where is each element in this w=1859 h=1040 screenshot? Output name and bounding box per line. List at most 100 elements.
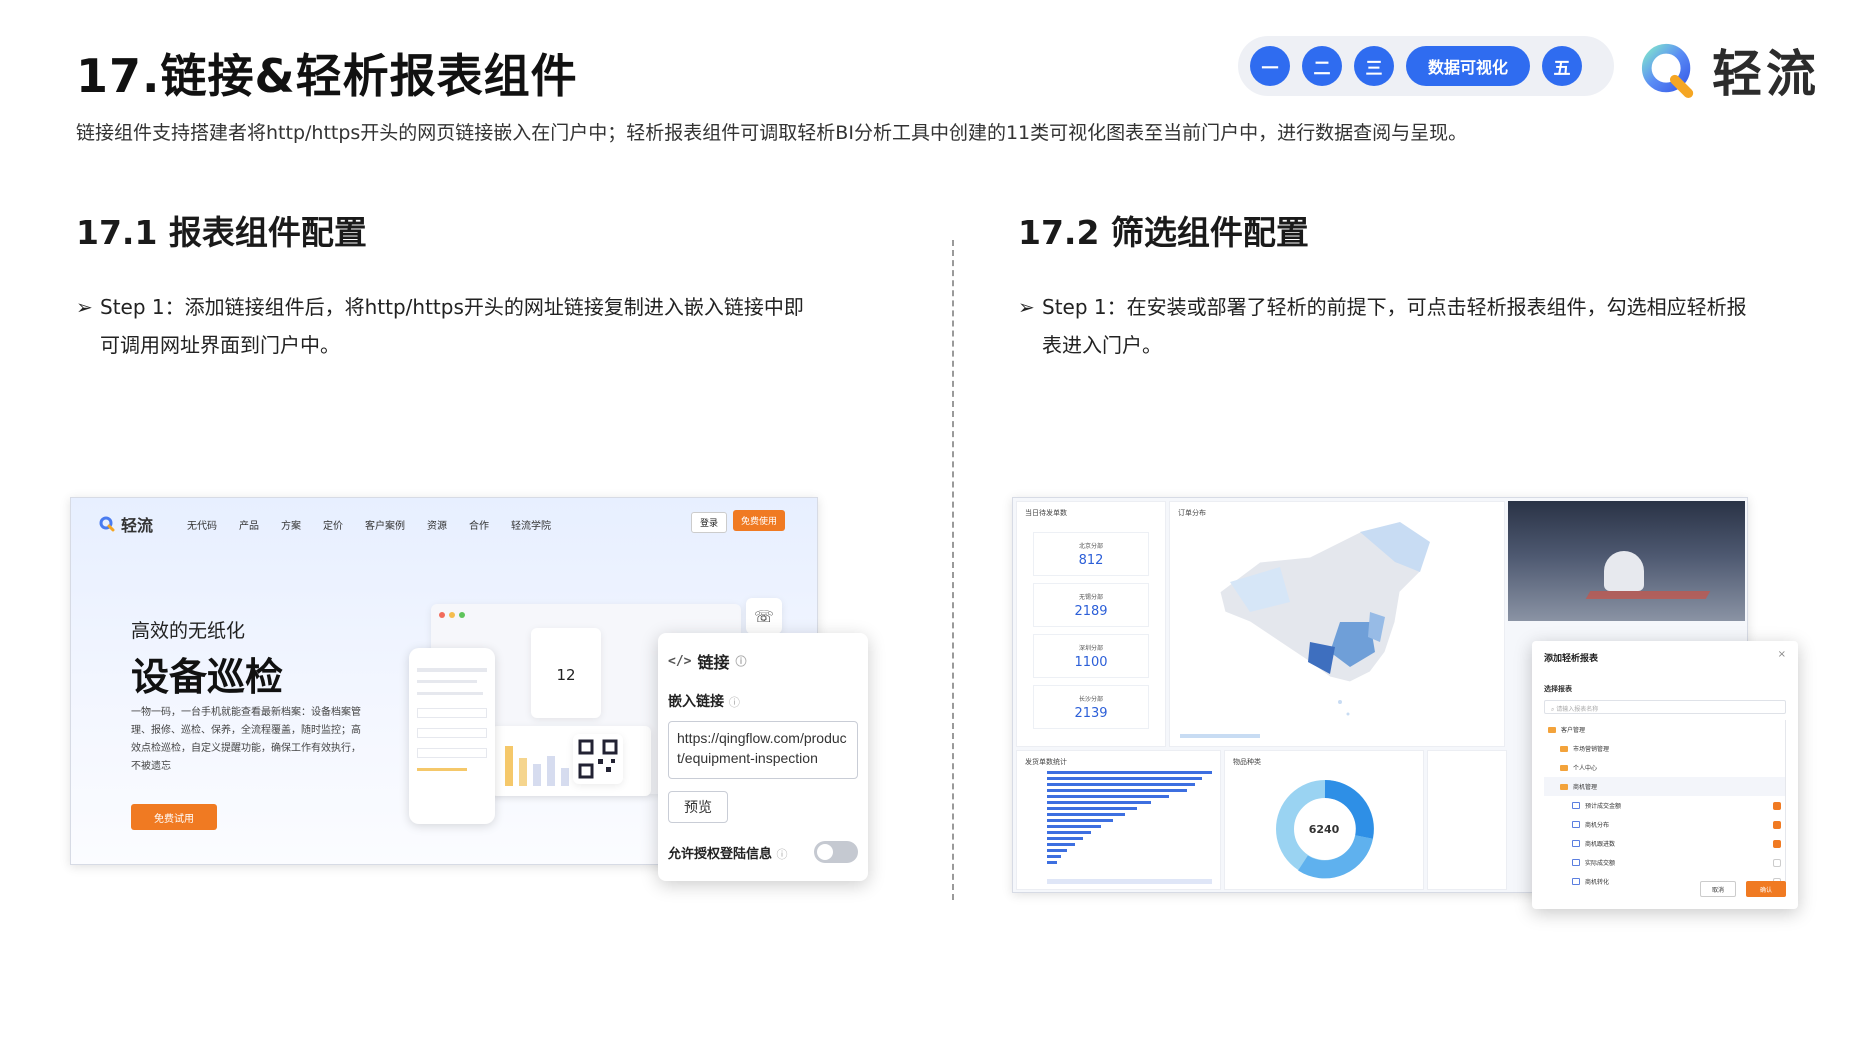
help-icon[interactable]: ⓘ: [736, 653, 747, 669]
site-nav-item[interactable]: 定价: [323, 517, 343, 532]
site-nav-item[interactable]: 轻流学院: [511, 517, 551, 532]
tree-row[interactable]: 客户管理: [1544, 720, 1785, 739]
page-subtitle: 链接组件支持搭建者将http/https开头的网页链接嵌入在门户中；轻析报表组件…: [76, 122, 1468, 144]
window-dots: [439, 612, 465, 618]
cancel-button[interactable]: 取消: [1700, 881, 1736, 897]
arrow-bullet-icon: ➢: [1018, 295, 1035, 319]
confirm-button[interactable]: 确认: [1746, 881, 1786, 897]
qingflow-logo-icon: [99, 516, 115, 532]
report-icon: [1572, 878, 1580, 885]
qr-code-icon: [578, 739, 618, 779]
stat-card: 长沙分部 2139: [1033, 685, 1149, 729]
tree-row[interactable]: 预计成交金额: [1544, 796, 1785, 815]
report-icon: [1572, 840, 1580, 847]
tree-row[interactable]: 商机跟进数: [1544, 834, 1785, 853]
arrow-bullet-icon: ➢: [76, 295, 93, 319]
site-nav-item[interactable]: 无代码: [187, 517, 217, 532]
auth-toggle-row: 允许授权登陆信息 ⓘ: [668, 841, 858, 863]
step-text-left: ➢ Step 1：添加链接组件后，将http/https开头的网址链接复制进入嵌入…: [76, 288, 856, 364]
report-checkbox[interactable]: [1773, 820, 1781, 829]
qr-code-card: [573, 734, 623, 784]
search-placeholder: 请输入报表名称: [1556, 706, 1599, 713]
embed-link-input[interactable]: https://qingflow.com/product/equipment-i…: [668, 721, 858, 779]
report-checkbox[interactable]: [1773, 801, 1781, 810]
site-trial-button[interactable]: 免费使用: [732, 510, 785, 531]
stat-name: 长沙分部: [1078, 696, 1103, 703]
auth-toggle[interactable]: [814, 841, 858, 863]
item-types-donut-panel: 物品种类 6240: [1224, 750, 1424, 890]
nav-item-data-visualization[interactable]: 数据可视化: [1406, 46, 1531, 86]
link-component-panel: </> 链接 ⓘ 嵌入链接 ⓘ https://qingflow.com/pro…: [658, 633, 868, 881]
tree-row[interactable]: 市场营销管理: [1544, 739, 1785, 758]
help-icon[interactable]: ⓘ: [729, 696, 740, 709]
stat-name: 深圳分部: [1078, 645, 1103, 652]
stat-value: 2139: [1074, 706, 1108, 721]
tree-row[interactable]: 商机管理: [1544, 777, 1785, 796]
section-divider: [952, 240, 954, 900]
nav-item-1[interactable]: 一: [1250, 46, 1290, 86]
hero-subtitle: 高效的无纸化: [131, 620, 246, 642]
site-brand[interactable]: 轻流: [99, 512, 153, 536]
stat-name: 北京分部: [1078, 543, 1103, 550]
nav-item-2[interactable]: 二: [1302, 46, 1342, 86]
tree-row[interactable]: 商机分布: [1544, 815, 1785, 834]
site-nav-item[interactable]: 资源: [427, 517, 447, 532]
report-checkbox[interactable]: [1773, 839, 1781, 848]
count-value: 12: [556, 666, 576, 684]
warehouse-photo: [1508, 501, 1745, 621]
donut-center-value: 6240: [1308, 823, 1340, 836]
brand: 轻流: [1640, 34, 1820, 106]
report-search-input[interactable]: ⌕ 请输入报表名称: [1544, 700, 1786, 714]
site-nav-item[interactable]: 方案: [281, 517, 301, 532]
folder-icon: [1560, 745, 1568, 752]
nav-item-5[interactable]: 五: [1542, 46, 1583, 86]
folder-icon: [1548, 726, 1556, 733]
close-icon[interactable]: ×: [1778, 649, 1786, 660]
stats-panel-title: 当日待发单数: [1025, 509, 1067, 517]
shipments-bar-panel: 发货单数统计: [1016, 750, 1221, 890]
step-line-1: Step 1：在安装或部署了轻析的前提下，可点击轻析报表组件，勾选相应轻析报: [1042, 295, 1747, 319]
folder-icon: [1560, 764, 1568, 771]
china-map-icon: [1180, 521, 1431, 738]
link-panel-title-text: 链接: [697, 653, 730, 672]
donut-chart: [1276, 780, 1374, 879]
tree-row[interactable]: 实际成交额: [1544, 853, 1785, 872]
stat-card: 无锡分部 2189: [1033, 583, 1149, 627]
stat-name: 无锡分部: [1078, 594, 1103, 601]
count-card: 12: [531, 628, 601, 718]
stat-value: 1100: [1074, 655, 1108, 670]
dialog-buttons: 取消 确认: [1700, 881, 1786, 897]
site-nav-item[interactable]: 客户案例: [365, 517, 405, 532]
page-title: 17.链接&轻析报表组件: [76, 49, 578, 103]
hero-trial-button[interactable]: 免费试用: [131, 804, 217, 830]
embed-link-label: 嵌入链接 ⓘ: [668, 691, 858, 711]
embed-link-label-text: 嵌入链接: [668, 694, 724, 710]
nav-item-3[interactable]: 三: [1354, 46, 1394, 86]
brand-name: 轻流: [1712, 45, 1820, 103]
step-line-1: Step 1：添加链接组件后，将http/https开头的网址链接复制进入嵌入链…: [100, 295, 804, 319]
preview-button[interactable]: 预览: [668, 791, 728, 823]
phone-call-icon[interactable]: ☏: [746, 598, 782, 634]
search-icon: ⌕: [1551, 706, 1555, 713]
side-panel: [1427, 750, 1507, 890]
qingflow-logo-icon: [1641, 43, 1694, 99]
step-line-2: 可调用网址界面到门户中。: [100, 333, 340, 357]
stat-value: 812: [1078, 553, 1104, 568]
site-nav-item[interactable]: 产品: [239, 517, 259, 532]
hero-description: 一物一码，一台手机就能查看最新档案：设备档案管理、报修、巡检、保养，全流程覆盖，…: [131, 707, 361, 772]
hero-title: 设备巡检: [131, 655, 284, 699]
help-icon[interactable]: ⓘ: [777, 848, 788, 861]
mock-phone: [409, 648, 495, 824]
site-nav-item[interactable]: 合作: [469, 517, 489, 532]
code-icon: </>: [668, 653, 692, 669]
stat-card: 深圳分部 1100: [1033, 634, 1149, 678]
report-checkbox[interactable]: [1773, 858, 1781, 867]
horizontal-bar-chart: [1047, 771, 1212, 884]
report-tree: 客户管理 市场营销管理 个人中心 商机管理 预计成交金额 商机分布 商机跟进数: [1544, 720, 1786, 890]
link-panel-title: </> 链接 ⓘ: [668, 649, 858, 673]
site-login-button[interactable]: 登录: [690, 512, 727, 533]
tree-row[interactable]: 个人中心: [1544, 758, 1785, 777]
dialog-title: 添加轻析报表: [1544, 654, 1599, 664]
report-icon: [1572, 802, 1580, 809]
mini-bar-chart: [491, 726, 651, 796]
